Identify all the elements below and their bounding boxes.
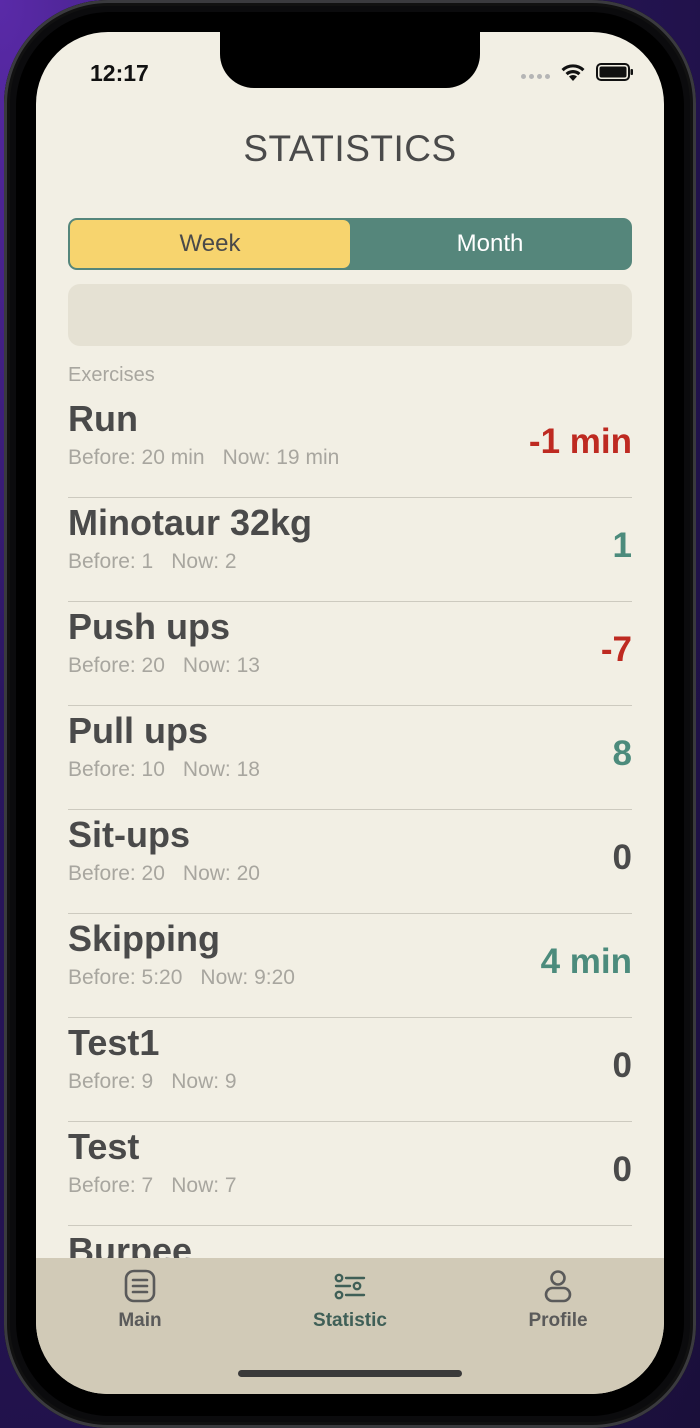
- exercise-delta: -7: [600, 630, 632, 669]
- before-value: Before: 9: [68, 1070, 154, 1093]
- now-value: Now: 20: [182, 862, 260, 885]
- before-value: Before: 7: [68, 1174, 154, 1197]
- tab-statistic[interactable]: Statistic: [280, 1268, 420, 1332]
- exercise-delta: 4 min: [540, 942, 632, 981]
- exercise-before-now: Before: 9 Now: 9: [68, 1070, 237, 1094]
- exercise-row[interactable]: Test Before: 7 Now: 7 0: [68, 1122, 632, 1226]
- battery-icon: [596, 62, 634, 82]
- now-value: Now: 7: [171, 1174, 237, 1197]
- cellular-signal-icon: [521, 66, 550, 79]
- exercise-row[interactable]: Test1 Before: 9 Now: 9 0: [68, 1018, 632, 1122]
- exercise-list: Run Before: 20 min Now: 19 min -1 min Minota…: [68, 394, 632, 1330]
- now-value: Now: 9: [171, 1070, 237, 1093]
- wifi-icon: [560, 62, 586, 82]
- exercise-delta: 1: [612, 526, 632, 565]
- section-label: Exercises: [68, 364, 155, 386]
- exercise-row[interactable]: Push ups Before: 20 Now: 13 -7: [68, 602, 632, 706]
- exercise-row[interactable]: Pull ups Before: 10 Now: 18 8: [68, 706, 632, 810]
- home-indicator: [238, 1370, 462, 1377]
- before-value: Before: 1: [68, 550, 154, 573]
- tab-main-label: Main: [118, 1310, 162, 1331]
- exercise-delta: 0: [612, 1046, 632, 1085]
- before-value: Before: 20 min: [68, 446, 205, 469]
- now-value: Now: 19 min: [222, 446, 340, 469]
- now-value: Now: 13: [182, 654, 260, 677]
- exercise-name: Test: [68, 1126, 140, 1167]
- tab-profile[interactable]: Profile: [488, 1268, 628, 1332]
- tab-statistic-label: Statistic: [313, 1310, 387, 1331]
- notch: [220, 32, 480, 88]
- before-value: Before: 20: [68, 654, 165, 677]
- exercise-before-now: Before: 10 Now: 18: [68, 758, 260, 782]
- exercise-before-now: Before: 5:20 Now: 9:20: [68, 966, 295, 990]
- period-segmented-control: Week Month: [68, 218, 632, 270]
- exercise-name: Run: [68, 398, 138, 439]
- now-value: Now: 18: [182, 758, 260, 781]
- exercise-delta: 0: [612, 838, 632, 877]
- exercise-before-now: Before: 20 Now: 20: [68, 862, 260, 886]
- sliders-icon: [334, 1273, 366, 1300]
- now-value: Now: 2: [171, 550, 237, 573]
- person-icon: [544, 1270, 572, 1303]
- before-value: Before: 5:20: [68, 966, 183, 989]
- exercise-name: Minotaur 32kg: [68, 502, 313, 543]
- exercise-delta: -1 min: [528, 422, 632, 461]
- exercise-delta: 8: [612, 734, 632, 773]
- tab-main[interactable]: Main: [70, 1268, 210, 1332]
- exercise-name: Test1: [68, 1022, 160, 1063]
- segment-month[interactable]: Month: [350, 220, 630, 268]
- exercise-name: Push ups: [68, 606, 231, 647]
- list-icon: [124, 1269, 156, 1303]
- app-screen: 12:17 STATISTICS Week Month Exercises Ru…: [36, 32, 664, 1394]
- exercise-before-now: Before: 7 Now: 7: [68, 1174, 237, 1198]
- summary-placeholder: [68, 284, 632, 346]
- before-value: Before: 20: [68, 862, 165, 885]
- exercise-row[interactable]: Minotaur 32kg Before: 1 Now: 2 1: [68, 498, 632, 602]
- status-time: 12:17: [90, 60, 149, 86]
- exercise-row[interactable]: Sit-ups Before: 20 Now: 20 0: [68, 810, 632, 914]
- exercise-before-now: Before: 20 min Now: 19 min: [68, 446, 339, 470]
- exercise-delta: 0: [612, 1150, 632, 1189]
- exercise-before-now: Before: 1 Now: 2: [68, 550, 237, 574]
- before-value: Before: 10: [68, 758, 165, 781]
- exercise-name: Skipping: [68, 918, 220, 959]
- now-value: Now: 9:20: [200, 966, 295, 989]
- status-indicators: [521, 62, 634, 82]
- page-title: STATISTICS: [243, 128, 457, 169]
- exercise-name: Pull ups: [68, 710, 209, 751]
- exercise-row[interactable]: Run Before: 20 min Now: 19 min -1 min: [68, 394, 632, 498]
- exercise-row[interactable]: Skipping Before: 5:20 Now: 9:20 4 min: [68, 914, 632, 1018]
- exercise-name: Sit-ups: [68, 814, 190, 855]
- exercise-before-now: Before: 20 Now: 13: [68, 654, 260, 678]
- segment-week[interactable]: Week: [70, 220, 350, 268]
- tab-profile-label: Profile: [528, 1310, 588, 1331]
